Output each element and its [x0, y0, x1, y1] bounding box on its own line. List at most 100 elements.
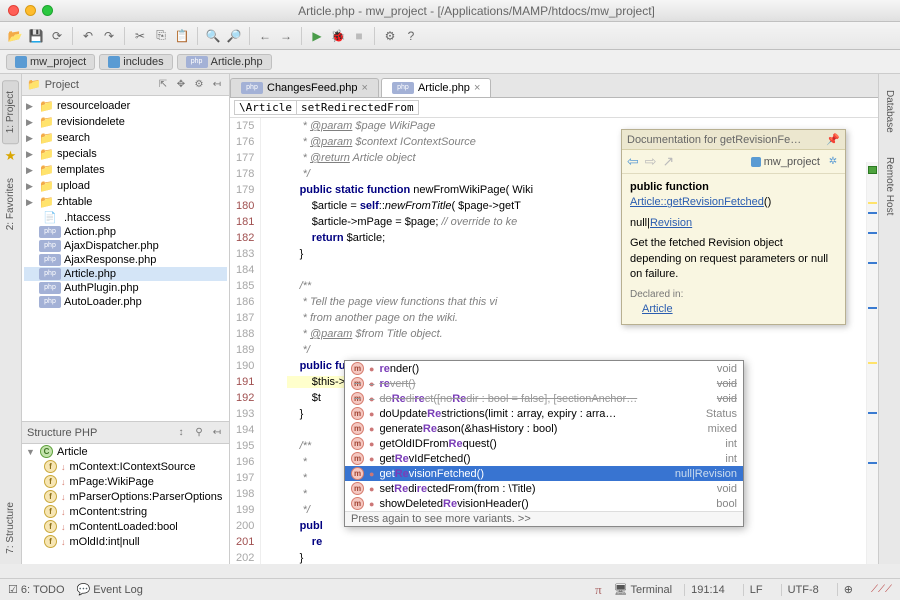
save-icon[interactable]: 💾 [27, 27, 45, 45]
tree-folder[interactable]: ▶📁search [24, 130, 227, 146]
doc-back-icon[interactable]: ⇦ [627, 153, 639, 170]
doc-sig-link[interactable]: Article::getRevisionFetched [630, 196, 764, 208]
remote-rail-button[interactable]: Remote Host [882, 147, 897, 225]
forward-icon[interactable]: → [277, 27, 295, 45]
struct-field[interactable]: f↓mContentLoaded:bool [22, 519, 229, 534]
filter-icon[interactable]: ⚲ [192, 426, 206, 440]
settings-icon[interactable]: ⚙ [381, 27, 399, 45]
project-panel-title: Project [45, 79, 79, 91]
tree-file[interactable]: phpArticle.php [24, 267, 227, 281]
gear-icon[interactable]: ⚙ [192, 78, 206, 92]
doc-gear-icon[interactable]: ✲ [826, 155, 840, 169]
left-tool-rail: 1: Project ★ 2: Favorites 7: Structure [0, 74, 22, 564]
tree-file[interactable]: 📄.htaccess [24, 210, 227, 225]
tree-file[interactable]: phpAction.php [24, 225, 227, 239]
tree-file[interactable]: phpAjaxDispatcher.php [24, 239, 227, 253]
sync-icon[interactable]: ⟳ [48, 27, 66, 45]
completion-item[interactable]: m●render()void [345, 361, 743, 376]
structure-panel-header: Structure PHP ↕ ⚲ ↤ [22, 422, 229, 444]
terminal-button[interactable]: 🖥 Terminal [614, 583, 672, 596]
structure-rail-button[interactable]: 7: Structure [3, 492, 18, 564]
hide-icon[interactable]: ↤ [210, 78, 224, 92]
crumb-folder[interactable]: includes [99, 54, 172, 70]
tree-folder[interactable]: ▶📁upload [24, 178, 227, 194]
tree-folder[interactable]: ▶📁zhtable [24, 194, 227, 210]
completion-item[interactable]: m●revert()void [345, 376, 743, 391]
struct-field[interactable]: f↓mPage:WikiPage [22, 474, 229, 489]
run-icon[interactable]: ▶ [308, 27, 326, 45]
tree-file[interactable]: phpAutoLoader.php [24, 295, 227, 309]
doc-return-link[interactable]: Revision [650, 217, 692, 229]
crumb-file[interactable]: phpArticle.php [177, 54, 272, 70]
tree-folder[interactable]: ▶📁specials [24, 146, 227, 162]
nav-class[interactable]: \Article [234, 100, 297, 115]
error-stripe[interactable] [866, 162, 878, 564]
insert-mode[interactable]: ⊕ [837, 583, 859, 596]
completion-item[interactable]: m●getRevIdFetched()int [345, 451, 743, 466]
collapse-icon[interactable]: ⇱ [156, 78, 170, 92]
completion-item[interactable]: m●doUpdateRestrictions(limit : array, ex… [345, 406, 743, 421]
undo-icon[interactable]: ↶ [79, 27, 97, 45]
completion-item[interactable]: m●doRedirect([noRedir : bool = false], [… [345, 391, 743, 406]
completion-item[interactable]: m●getRevisionFetched()null|Revision [345, 466, 743, 481]
cut-icon[interactable]: ✂ [131, 27, 149, 45]
crumb-project[interactable]: mw_project [6, 54, 95, 70]
completion-item[interactable]: m●generateReason(&hasHistory : bool)mixe… [345, 421, 743, 436]
tab-changesfeed[interactable]: phpChangesFeed.php× [230, 78, 379, 97]
right-tool-rail: Database Remote Host [878, 74, 900, 564]
nav-bar: \Article setRedirectedFrom [230, 98, 878, 118]
struct-field[interactable]: f↓mParserOptions:ParserOptions [22, 489, 229, 504]
doc-ext-icon[interactable]: ↗ [662, 153, 674, 170]
tree-file[interactable]: phpAuthPlugin.php [24, 281, 227, 295]
completion-popup[interactable]: m●render()voidm●revert()voidm●doRedirect… [344, 360, 744, 527]
tree-folder[interactable]: ▶📁templates [24, 162, 227, 178]
completion-item[interactable]: m●showDeletedRevisionHeader()bool [345, 496, 743, 511]
debug-icon[interactable]: 🐞 [329, 27, 347, 45]
sort-icon[interactable]: ↕ [174, 426, 188, 440]
back-icon[interactable]: ← [256, 27, 274, 45]
doc-forward-icon[interactable]: ⇨ [645, 153, 657, 170]
paste-icon[interactable]: 📋 [173, 27, 191, 45]
close-tab-icon[interactable]: × [474, 82, 480, 94]
find-icon[interactable]: 🔍 [204, 27, 222, 45]
tree-folder[interactable]: ▶📁resourceloader [24, 98, 227, 114]
structure-title: Structure PHP [27, 427, 97, 439]
help-icon[interactable]: ? [402, 27, 420, 45]
hide-struct-icon[interactable]: ↤ [210, 426, 224, 440]
close-window-icon[interactable] [8, 5, 19, 16]
favorites-rail-button[interactable]: 2: Favorites [3, 168, 18, 240]
line-ending[interactable]: LF [743, 584, 769, 596]
target-icon[interactable]: ✥ [174, 78, 188, 92]
close-tab-icon[interactable]: × [362, 82, 368, 94]
pin-icon[interactable]: 📌 [826, 133, 840, 146]
structure-tree[interactable]: ▼CArticle f↓mContext:IContextSourcef↓mPa… [22, 444, 229, 564]
struct-field[interactable]: f↓mContext:IContextSource [22, 459, 229, 474]
breadcrumb: mw_project includes phpArticle.php [0, 50, 900, 74]
eventlog-button[interactable]: 💬 Event Log [77, 583, 143, 596]
replace-icon[interactable]: 🔎 [225, 27, 243, 45]
editor-tabs: phpChangesFeed.php× phpArticle.php× [230, 74, 878, 98]
nav-method[interactable]: setRedirectedFrom [296, 100, 419, 115]
project-rail-button[interactable]: 1: Project [2, 80, 19, 144]
struct-field[interactable]: f↓mOldId:int|null [22, 534, 229, 549]
todo-button[interactable]: ☑ 6: TODO [8, 583, 65, 596]
favorites-star-icon: ★ [5, 148, 17, 164]
database-rail-button[interactable]: Database [882, 80, 897, 143]
tab-article[interactable]: phpArticle.php× [381, 78, 491, 97]
project-tree[interactable]: ▶📁resourceloader▶📁revisiondelete▶📁search… [22, 96, 229, 421]
struct-field[interactable]: f↓mContent:string [22, 504, 229, 519]
copy-icon[interactable]: ⎘ [152, 27, 170, 45]
completion-item[interactable]: m●getOldIDFromRequest()int [345, 436, 743, 451]
completion-item[interactable]: m●setRedirectedFrom(from : \Title)void [345, 481, 743, 496]
tree-file[interactable]: phpAjaxResponse.php [24, 253, 227, 267]
zoom-window-icon[interactable] [42, 5, 53, 16]
redo-icon[interactable]: ↷ [100, 27, 118, 45]
titlebar: Article.php - mw_project - [/Application… [0, 0, 900, 22]
stop-icon[interactable]: ■ [350, 27, 368, 45]
open-icon[interactable]: 📂 [6, 27, 24, 45]
tree-folder[interactable]: ▶📁revisiondelete [24, 114, 227, 130]
encoding[interactable]: UTF-8 [781, 584, 825, 596]
doc-declared-link[interactable]: Article [642, 303, 673, 315]
pi-icon[interactable]: π [595, 582, 602, 598]
minimize-window-icon[interactable] [25, 5, 36, 16]
